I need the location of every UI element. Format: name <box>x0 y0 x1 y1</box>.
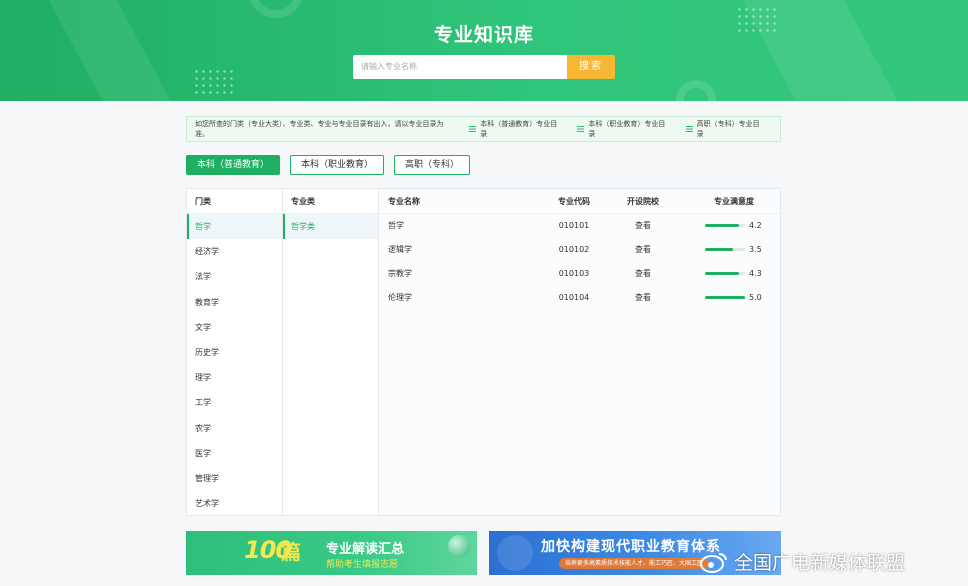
promo-title: 加快构建现代职业教育体系 <box>541 539 721 555</box>
category-item[interactable]: 法学 <box>187 264 282 289</box>
link-label: 本科（普通教育）专业目录 <box>480 120 558 138</box>
promo-title: 专业解读汇总 <box>326 542 405 557</box>
major-table: 专业名称 专业代码 开设院校 专业满意度 哲学 010101 查看 4.2 逻辑学 010… <box>379 189 780 515</box>
major-name: 哲学 <box>388 221 404 230</box>
subcategory-header: 专业类 <box>283 189 378 214</box>
satisfaction-bar <box>705 296 745 299</box>
satisfaction-score: 5.0 <box>749 293 762 302</box>
promo-subtitle: 培养更多高素质技术技能人才、能工巧匠、大国工匠 <box>559 558 710 569</box>
satisfaction-score: 4.2 <box>749 221 762 230</box>
decor-ball-icon <box>448 535 470 557</box>
decor-stripe <box>32 0 208 101</box>
search-input[interactable]: 请输入专业名称 <box>353 55 567 79</box>
decor-ring <box>248 0 304 18</box>
column-header-code: 专业代码 <box>558 197 590 206</box>
search-button[interactable]: 搜索 <box>567 55 615 79</box>
column-header-name: 专业名称 <box>388 197 420 206</box>
major-code: 010101 <box>558 221 590 230</box>
satisfaction-bar <box>705 224 745 227</box>
link-undergrad-vocational-catalog[interactable]: 本科（职业教育）专业目录 <box>577 119 671 139</box>
watermark-text: 全国广电新媒体联盟 <box>734 552 906 574</box>
tab-vocational-college[interactable]: 高职（专科） <box>394 155 470 175</box>
list-icon <box>577 126 585 132</box>
category-item[interactable]: 管理学 <box>187 466 282 491</box>
watermark: 全国广电新媒体联盟 <box>700 548 905 575</box>
satisfaction-score: 4.3 <box>749 269 762 278</box>
view-schools-link[interactable]: 查看 <box>623 214 663 238</box>
link-label: 本科（职业教育）专业目录 <box>588 120 666 138</box>
major-code: 010102 <box>558 245 590 254</box>
major-name: 逻辑学 <box>388 245 412 254</box>
tab-undergrad-general[interactable]: 本科（普通教育） <box>186 155 280 175</box>
major-name: 宗教学 <box>388 269 412 278</box>
category-item[interactable]: 经济学 <box>187 239 282 264</box>
view-schools-link[interactable]: 查看 <box>623 286 663 310</box>
column-header-satisfaction: 专业满意度 <box>714 197 754 206</box>
decor-circle <box>497 535 533 571</box>
subcategory-column: 专业类 哲学类 <box>283 189 379 515</box>
notice-bar: 如您所查的门类（专业大类）、专业类、专业与专业目录有出入，请以专业目录为准。 本… <box>186 116 781 142</box>
satisfaction-bar-fill <box>705 296 745 299</box>
satisfaction-bar <box>705 248 745 251</box>
link-undergrad-general-catalog[interactable]: 本科（普通教育）专业目录 <box>469 119 563 139</box>
tab-undergrad-vocational[interactable]: 本科（职业教育） <box>290 155 384 175</box>
header-banner: 专业知识库 请输入专业名称 搜索 <box>0 0 968 101</box>
satisfaction-bar-fill <box>705 272 740 275</box>
category-item[interactable]: 历史学 <box>187 340 282 365</box>
major-name: 伦理学 <box>388 293 412 302</box>
satisfaction-bar-fill <box>705 224 739 227</box>
major-browser-panel: 门类 哲学 经济学 法学 教育学 文学 历史学 理学 工学 农学 医学 管理学 … <box>186 188 781 516</box>
table-row: 哲学 010101 查看 4.2 <box>379 214 780 238</box>
notice-message: 如您所查的门类（专业大类）、专业类、专业与专业目录有出入，请以专业目录为准。 <box>195 120 444 138</box>
view-schools-link[interactable]: 查看 <box>623 238 663 262</box>
major-code: 010104 <box>558 293 590 302</box>
category-item[interactable]: 哲学 <box>187 214 282 240</box>
decor-dots <box>193 68 237 96</box>
promo-unit: 篇 <box>281 540 301 564</box>
table-row: 宗教学 010103 查看 4.3 <box>379 262 780 286</box>
category-item[interactable]: 工学 <box>187 390 282 415</box>
category-item[interactable]: 理学 <box>187 365 282 390</box>
category-column: 门类 哲学 经济学 法学 教育学 文学 历史学 理学 工学 农学 医学 管理学 … <box>187 189 283 515</box>
subcategory-item[interactable]: 哲学类 <box>283 214 378 239</box>
link-label: 高职（专科）专业目录 <box>696 120 760 138</box>
category-item[interactable]: 农学 <box>187 416 282 441</box>
page-title: 专业知识库 <box>433 24 534 46</box>
promo-subtitle: 帮助考生填报志愿 <box>326 560 399 570</box>
table-row: 逻辑学 010102 查看 3.5 <box>379 238 780 262</box>
category-item[interactable]: 教育学 <box>187 290 282 315</box>
decor-ring <box>676 80 716 101</box>
promo-banner-major-guides[interactable]: 100 篇 专业解读汇总 帮助考生填报志愿 <box>186 531 477 575</box>
weibo-icon <box>700 552 727 573</box>
view-schools-link[interactable]: 查看 <box>623 262 663 286</box>
satisfaction-score: 3.5 <box>749 245 762 254</box>
satisfaction-bar-fill <box>705 248 733 251</box>
major-table-header: 专业名称 专业代码 开设院校 专业满意度 <box>379 189 780 214</box>
list-icon <box>685 126 693 132</box>
list-icon <box>469 126 477 132</box>
link-vocational-college-catalog[interactable]: 高职（专科）专业目录 <box>685 119 766 139</box>
category-header: 门类 <box>187 189 282 214</box>
category-item[interactable]: 文学 <box>187 315 282 340</box>
major-code: 010103 <box>558 269 590 278</box>
column-header-schools: 开设院校 <box>627 197 659 206</box>
table-row: 伦理学 010104 查看 5.0 <box>379 286 780 310</box>
category-item[interactable]: 艺术学 <box>187 491 282 516</box>
satisfaction-bar <box>705 272 745 275</box>
category-item[interactable]: 医学 <box>187 441 282 466</box>
